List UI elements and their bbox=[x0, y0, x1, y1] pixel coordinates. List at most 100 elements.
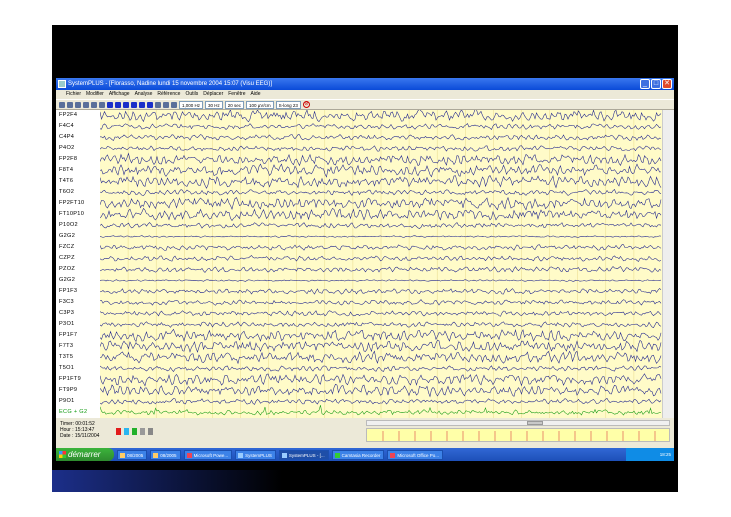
taskbar-item[interactable]: SystemPLUS - [... bbox=[278, 449, 329, 460]
channel-label[interactable]: F7T3 bbox=[59, 343, 73, 349]
save-icon[interactable] bbox=[67, 101, 73, 108]
settings-icon[interactable] bbox=[163, 101, 169, 108]
taskbar: démarrer 08/2005 08/2005 Microsoft Powe.… bbox=[56, 448, 674, 461]
menu-edit[interactable]: Modifier bbox=[86, 90, 104, 99]
stop-icon[interactable]: ⊘ bbox=[302, 101, 310, 108]
channel-label[interactable]: FP1FT9 bbox=[59, 376, 81, 382]
camtasia-icon bbox=[334, 452, 340, 458]
channel-label[interactable]: FP2F8 bbox=[59, 156, 77, 162]
timebase-select[interactable]: 20 sec bbox=[224, 100, 245, 109]
last-page-icon[interactable] bbox=[147, 101, 153, 108]
menu-file[interactable]: Fichier bbox=[66, 90, 81, 99]
marker-icon[interactable] bbox=[155, 101, 161, 108]
play-icon[interactable] bbox=[131, 101, 137, 108]
channel-label[interactable]: F3C3 bbox=[59, 299, 74, 305]
montage-select[interactable]: S-long 23 bbox=[275, 100, 301, 109]
channel-label[interactable]: FZCZ bbox=[59, 244, 75, 250]
channel-label[interactable]: FP2F4 bbox=[59, 112, 77, 118]
red-flag-icon[interactable] bbox=[116, 428, 121, 435]
taskbar-item[interactable]: Camtasia Recorder bbox=[331, 449, 385, 460]
taskbar-item-label: 08/2005 bbox=[160, 452, 177, 458]
start-button[interactable]: démarrer bbox=[56, 448, 114, 461]
channel-label[interactable]: CZPZ bbox=[59, 255, 75, 261]
open-icon[interactable] bbox=[59, 101, 65, 108]
taskbar-item[interactable]: Microsoft Powe... bbox=[183, 449, 233, 460]
cut-icon[interactable] bbox=[91, 101, 97, 108]
taskbar-item[interactable]: 08/2005 bbox=[117, 449, 148, 460]
channel-label[interactable]: C4P4 bbox=[59, 134, 74, 140]
maximize-button[interactable]: □ bbox=[651, 79, 661, 89]
channel-label[interactable]: P3O1 bbox=[59, 321, 75, 327]
channel-label[interactable]: G2G2 bbox=[59, 277, 75, 283]
menu-tools[interactable]: Outils bbox=[185, 90, 198, 99]
taskbar-item-label: 08/2005 bbox=[127, 452, 144, 458]
overview-strip[interactable] bbox=[366, 428, 670, 442]
folder-icon bbox=[120, 452, 125, 458]
channel-label[interactable]: FP1F7 bbox=[59, 332, 77, 338]
rewind-icon[interactable] bbox=[115, 101, 121, 108]
channel-label[interactable]: T6O2 bbox=[59, 189, 74, 195]
close-button[interactable]: ✕ bbox=[662, 79, 672, 89]
taskbar-item[interactable]: 08/2005 bbox=[150, 449, 181, 460]
taskbar-item-label: Camtasia Recorder bbox=[341, 452, 381, 458]
channel-label[interactable]: FP1F3 bbox=[59, 288, 77, 294]
green-flag-icon[interactable] bbox=[132, 428, 137, 435]
channel-label[interactable]: FT9P9 bbox=[59, 387, 77, 393]
channel-label[interactable]: FT10P10 bbox=[59, 211, 84, 217]
slide-decoration bbox=[52, 470, 282, 492]
system-tray: 18:25 bbox=[626, 448, 674, 461]
first-page-icon[interactable] bbox=[107, 101, 113, 108]
channel-label[interactable]: P10O2 bbox=[59, 222, 78, 228]
zoom-icon[interactable] bbox=[83, 101, 89, 108]
minimize-button[interactable]: _ bbox=[640, 79, 650, 89]
cyan-flag-icon[interactable] bbox=[124, 428, 129, 435]
channel-label[interactable]: PZOZ bbox=[59, 266, 75, 272]
powerpoint-icon bbox=[186, 452, 192, 458]
menu-view[interactable]: Affichage bbox=[109, 90, 130, 99]
channel-label[interactable]: ECG + G2 bbox=[59, 409, 87, 415]
taskbar-item[interactable]: Microsoft Office Po... bbox=[387, 449, 444, 460]
taskbar-item-label: Microsoft Powe... bbox=[193, 452, 229, 458]
clock: 18:25 bbox=[659, 452, 671, 457]
channel-label[interactable]: P4O2 bbox=[59, 145, 75, 151]
copy-icon[interactable] bbox=[99, 101, 105, 108]
channel-label[interactable]: C3P3 bbox=[59, 310, 74, 316]
step-back-icon[interactable] bbox=[123, 101, 129, 108]
menu-bar: Fichier Modifier Affichage Analyse Référ… bbox=[56, 90, 674, 99]
menu-move[interactable]: Déplacer bbox=[203, 90, 223, 99]
channel-label[interactable]: FP2FT10 bbox=[59, 200, 84, 206]
gain-select[interactable]: 100 µV/cm bbox=[246, 100, 274, 109]
menu-reference[interactable]: Référence bbox=[157, 90, 180, 99]
channel-label[interactable]: T4T6 bbox=[59, 178, 73, 184]
channel-labels: FP2F4 F4C4 C4P4 P4O2 FP2F8 F8T4 T4T6 T6O2 FP2FT1… bbox=[56, 110, 100, 418]
menu-analysis[interactable]: Analyse bbox=[135, 90, 153, 99]
channel-label[interactable]: P9O1 bbox=[59, 398, 75, 404]
channel-label[interactable]: G2G2 bbox=[59, 233, 75, 239]
low-filter-select[interactable]: 1,000 Hz bbox=[179, 100, 204, 109]
menu-window[interactable]: Fenêtre bbox=[228, 90, 245, 99]
eeg-trace-area[interactable] bbox=[100, 110, 662, 418]
menu-help[interactable]: Aide bbox=[250, 90, 260, 99]
taskbar-item[interactable]: SystemPLUS bbox=[235, 449, 276, 460]
scroll-thumb[interactable] bbox=[527, 421, 543, 425]
overview-ticks bbox=[382, 431, 656, 441]
folder-icon bbox=[153, 452, 159, 458]
calculator-icon[interactable] bbox=[171, 101, 177, 108]
windows-logo-icon bbox=[59, 451, 66, 458]
title-bar[interactable]: SystemPLUS - [Florasso, Nadine lundi 15 … bbox=[56, 78, 674, 90]
channel-label[interactable]: F8T4 bbox=[59, 167, 73, 173]
systemplus-window: SystemPLUS - [Florasso, Nadine lundi 15 … bbox=[56, 78, 674, 461]
vertical-scrollbar[interactable] bbox=[662, 110, 674, 418]
tool-icon[interactable] bbox=[148, 428, 153, 435]
channel-label[interactable]: F4C4 bbox=[59, 123, 74, 129]
step-forward-icon[interactable] bbox=[139, 101, 145, 108]
channel-label[interactable]: T3T5 bbox=[59, 354, 73, 360]
toolbar: 1,000 Hz 30 Hz 20 sec 100 µV/cm S-long 2… bbox=[56, 99, 674, 110]
channel-label[interactable]: T5O1 bbox=[59, 365, 74, 371]
horizontal-scrollbar[interactable] bbox=[366, 420, 670, 426]
taskbar-item-label: Microsoft Office Po... bbox=[397, 452, 440, 458]
anchor-icon[interactable] bbox=[140, 428, 145, 435]
app-icon bbox=[58, 80, 66, 88]
print-icon[interactable] bbox=[75, 101, 81, 108]
high-filter-select[interactable]: 30 Hz bbox=[205, 100, 223, 109]
